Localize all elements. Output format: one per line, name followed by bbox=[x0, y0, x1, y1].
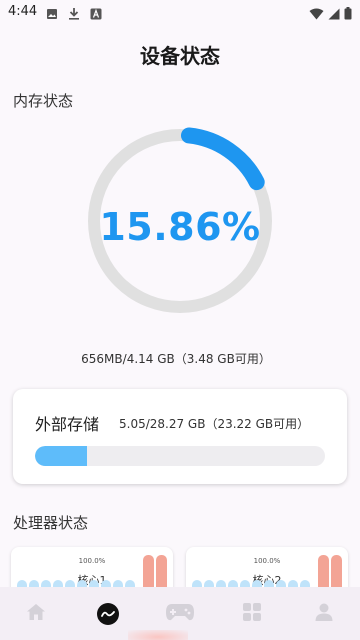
storage-label: 外部存储 bbox=[35, 415, 100, 434]
download-icon bbox=[68, 5, 80, 24]
gamepad-icon bbox=[165, 602, 195, 626]
memory-section-title: 内存状态 bbox=[13, 92, 74, 110]
nav-profile[interactable] bbox=[288, 587, 360, 640]
nav-glow bbox=[128, 630, 188, 640]
person-icon bbox=[315, 603, 333, 625]
image-icon bbox=[46, 5, 58, 24]
status-time: 4:44 bbox=[8, 4, 38, 19]
home-icon bbox=[26, 603, 46, 625]
page-title: 设备状态 bbox=[140, 44, 220, 68]
storage-progress-bar bbox=[35, 446, 325, 466]
memory-percent: 15.86% bbox=[99, 205, 261, 249]
memory-gauge-arc bbox=[180, 127, 265, 191]
signal-icon bbox=[328, 5, 340, 24]
wifi-icon bbox=[309, 5, 324, 24]
nav-home[interactable] bbox=[0, 587, 72, 640]
battery-icon bbox=[344, 5, 352, 24]
memory-detail: 656MB/4.14 GB（3.48 GB可用） bbox=[81, 352, 271, 366]
a-icon bbox=[90, 5, 102, 24]
nav-apps[interactable] bbox=[216, 587, 288, 640]
apps-grid-icon bbox=[243, 602, 261, 625]
storage-card: 外部存储 5.05/28.27 GB（23.22 GB可用） bbox=[13, 389, 347, 484]
cpu-section-title: 处理器状态 bbox=[13, 514, 89, 532]
status-bar: 4:44 bbox=[0, 0, 360, 24]
monitor-icon bbox=[97, 602, 119, 625]
storage-progress-fill bbox=[35, 446, 87, 466]
storage-value: 5.05/28.27 GB（23.22 GB可用） bbox=[119, 417, 310, 431]
